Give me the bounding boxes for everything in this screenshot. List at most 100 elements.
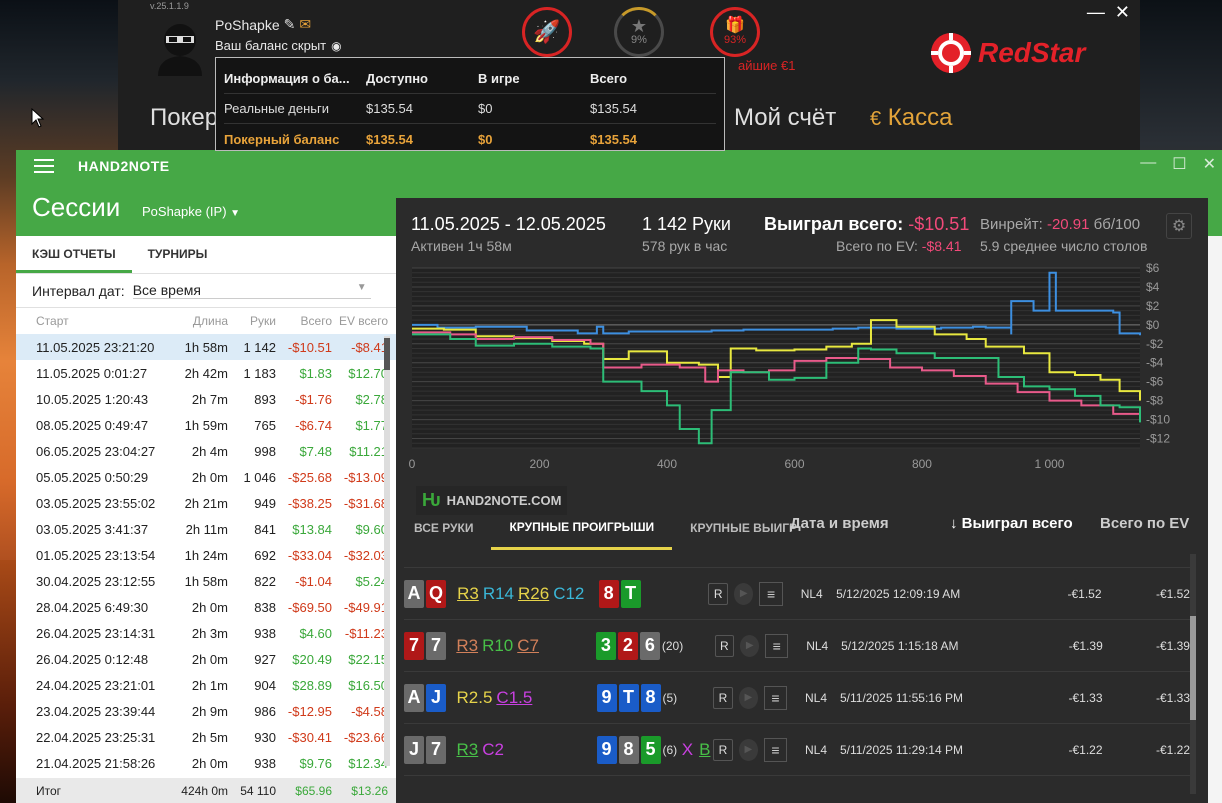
minimize-icon[interactable]: — <box>1087 2 1105 23</box>
sessions-scrollbar[interactable] <box>384 336 390 766</box>
notes-icon[interactable]: ≡ <box>765 633 789 658</box>
promo-text[interactable]: айшие €1 <box>738 58 795 73</box>
play-icon[interactable]: ▶ <box>734 582 754 605</box>
col-length[interactable]: Длина <box>156 314 228 328</box>
table-row[interactable]: 21.04.2025 21:58:26 2h 0m 938 $9.76 $12.34 <box>16 750 396 776</box>
mail-icon[interactable]: ✉ <box>299 16 311 33</box>
eye-icon[interactable]: ◉ <box>331 39 341 53</box>
card: 5 <box>640 735 661 764</box>
player-selector[interactable]: PoShapke (IP) ▼ <box>142 204 240 219</box>
play-icon[interactable]: ▶ <box>740 634 760 657</box>
card: 2 <box>617 631 638 660</box>
rocket-button[interactable]: 🚀 <box>522 7 572 57</box>
edit-pencil-icon[interactable]: ✎ <box>284 16 296 33</box>
nav-poker[interactable]: Покер <box>150 104 218 132</box>
cell-total: -$33.04 <box>287 547 332 563</box>
col-start[interactable]: Старт <box>16 314 156 328</box>
table-row[interactable]: 10.05.2025 1:20:43 2h 7m 893 -$1.76 $2.78 <box>16 386 396 412</box>
cell-start: 11.05.2025 0:01:27 <box>36 365 148 381</box>
play-icon[interactable]: ▶ <box>738 686 758 709</box>
table-row[interactable]: 22.04.2025 23:25:31 2h 5m 930 -$30.41 -$23.6… <box>16 724 396 750</box>
cell-hands: 893 <box>254 391 276 407</box>
card: 7 <box>404 631 424 660</box>
table-row[interactable]: 28.04.2025 6:49:30 2h 0m 838 -$69.50 -$49.91 <box>16 594 396 620</box>
col-ev-total[interactable]: Всего по EV <box>1100 515 1189 532</box>
table-row[interactable]: 26.04.2025 23:14:31 2h 3m 938 $4.60 -$11.23 <box>16 620 396 646</box>
col-datetime[interactable]: Дата и время <box>790 515 889 532</box>
board-cards: 326 <box>595 631 662 660</box>
hand-row[interactable]: A J R2.5 C1.5 9 T 8 (5) R ▶ ≡ NL4 5/11/2025 11:55:16… <box>404 672 1190 724</box>
table-row[interactable]: 23.04.2025 23:39:44 2h 9m 986 -$12.95 -$4.58 <box>16 698 396 724</box>
table-row[interactable]: 26.04.2025 0:12:48 2h 0m 927 $20.49 $22.15 <box>16 646 396 672</box>
mouse-cursor-icon <box>31 108 45 128</box>
play-icon[interactable]: ▶ <box>738 738 758 761</box>
notes-icon[interactable]: ≡ <box>764 685 787 710</box>
gift-progress-button[interactable]: 🎁 93% <box>710 7 760 57</box>
card: T <box>620 579 641 608</box>
cell-length: 2h 7m <box>191 391 228 407</box>
replay-button[interactable]: R <box>708 582 729 605</box>
replay-button[interactable]: R <box>713 686 733 709</box>
hand-row[interactable]: A Q R3 R14 R26 C12 8 T R ▶ ≡ NL4 5/12/2025 12:09:19 … <box>404 568 1190 620</box>
gear-icon[interactable]: ⚙ <box>1166 213 1192 239</box>
scrollbar-thumb[interactable] <box>1190 616 1196 720</box>
table-row[interactable]: 11.05.2025 23:21:20 1h 58m 1 142 -$10.51 -$8… <box>16 334 396 360</box>
table-row[interactable]: 30.04.2025 23:12:55 1h 58m 822 -$1.04 $5.24 <box>16 568 396 594</box>
close-icon[interactable]: ✕ <box>1115 2 1130 23</box>
interval-select[interactable]: Все время ▼ <box>132 282 371 299</box>
star-progress-button[interactable]: ★ 9% <box>614 7 664 57</box>
y-tick-label: -$6 <box>1146 375 1164 389</box>
app-title: HAND2NOTE <box>78 158 170 174</box>
notes-icon[interactable]: ≡ <box>764 737 787 762</box>
cell-hands: 1 183 <box>243 365 276 381</box>
maximize-icon[interactable]: ☐ <box>1172 154 1186 174</box>
tab-tournaments[interactable]: ТУРНИРЫ <box>132 236 224 273</box>
star-icon: ★ <box>630 16 648 36</box>
cell-total: $1.83 <box>299 365 332 381</box>
table-row[interactable]: 01.05.2025 23:13:54 1h 24m 692 -$33.04 -$32.… <box>16 542 396 568</box>
table-row[interactable]: 11.05.2025 0:01:27 2h 42m 1 183 $1.83 $12.70 <box>16 360 396 386</box>
card: 7 <box>426 631 446 660</box>
cell-hands: 938 <box>254 755 276 771</box>
table-row[interactable]: 08.05.2025 0:49:47 1h 59m 765 -$6.74 $1.77 <box>16 412 396 438</box>
table-row[interactable]: 03.05.2025 23:55:02 2h 21m 949 -$38.25 -$31.… <box>16 490 396 516</box>
nav-account[interactable]: Мой счёт <box>734 104 836 132</box>
hands-scrollbar[interactable] <box>1190 554 1196 794</box>
table-row[interactable]: 06.05.2025 23:04:27 2h 4m 998 $7.48 $11.21 <box>16 438 396 464</box>
notes-icon[interactable]: ≡ <box>759 581 783 606</box>
close-icon[interactable]: ✕ <box>1203 154 1216 174</box>
minimize-icon[interactable]: — <box>1140 154 1156 174</box>
cell-hands: 927 <box>254 651 276 667</box>
cell-start: 24.04.2025 23:21:01 <box>36 677 156 693</box>
replay-button[interactable]: R <box>714 634 735 657</box>
cell-start: 03.05.2025 3:41:37 <box>36 521 149 537</box>
stake: NL4 <box>806 638 829 653</box>
replay-button[interactable]: R <box>713 738 733 761</box>
cell-total: -$12.95 <box>287 703 332 719</box>
col-hands[interactable]: Руки <box>228 314 276 328</box>
hand-row[interactable]: 7 7 R3 R10 C7 3 2 6 (20) R ▶ ≡ NL4 5/12/2025 1:15:18 … <box>404 620 1190 672</box>
table-row[interactable]: 03.05.2025 3:41:37 2h 11m 841 $13.84 $9.60 <box>16 516 396 542</box>
table-row[interactable]: 05.05.2025 0:50:29 2h 0m 1 046 -$25.68 -$13.… <box>16 464 396 490</box>
nav-cashier[interactable]: € Касса <box>870 104 952 132</box>
interval-value: Все время <box>132 282 201 298</box>
hands-count: 1 142 Руки <box>642 214 731 234</box>
cell-total: -$1.76 <box>295 391 332 407</box>
tab-cash-reports[interactable]: КЭШ ОТЧЕТЫ <box>16 236 132 273</box>
table-row[interactable]: 24.04.2025 23:21:01 2h 1m 904 $28.89 $16.50 <box>16 672 396 698</box>
hand-row-partial[interactable] <box>404 550 1190 568</box>
hamburger-menu-icon[interactable] <box>34 159 54 173</box>
y-tick-label: -$10 <box>1146 413 1170 427</box>
hand-row[interactable]: J 7 R3 C2 9 8 5 (6) X B R ▶ ≡ NL4 5/11/2025 11:29:14 P… <box>404 724 1190 776</box>
hand2note-window: HAND2NOTE — ☐ ✕ Сессии PoShapke (IP) ▼ К… <box>16 150 1222 803</box>
col-ev-total[interactable]: EV всего <box>332 314 388 328</box>
total-won: $65.96 <box>295 783 332 798</box>
cell-total: -$1.04 <box>295 573 332 589</box>
scrollbar-thumb[interactable] <box>384 338 390 370</box>
avatar[interactable] <box>150 16 210 76</box>
cell-hands: 841 <box>254 521 276 537</box>
col-won-total[interactable]: ↓ Выиграл всего <box>950 515 1073 532</box>
chart-svg: $6 $4 $2 $0 -$2 -$4 -$6 -$8 -$10 -$12 0 200 400 600 80… <box>409 261 1171 471</box>
col-total[interactable]: Всего <box>276 314 332 328</box>
gift-icon: 🎁 <box>725 17 745 34</box>
